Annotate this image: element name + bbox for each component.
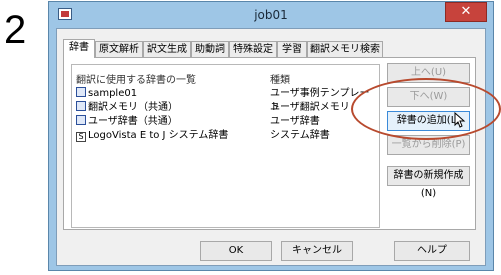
list-item-name: LogoVista E to J システム辞書 [88,130,229,141]
user-dictionary-icon [76,115,86,125]
tab-learning[interactable]: 学習 [277,41,307,57]
list-item[interactable]: ユーザ辞書（共通） ユーザ辞書 [72,115,379,129]
list-item-name: 翻訳メモリ（共通） [88,102,178,113]
step-number: 2 [4,8,27,52]
tab-special-settings[interactable]: 特殊設定 [229,41,277,57]
tab-source-analysis[interactable]: 原文解析 [95,41,143,57]
tab-translation-generation[interactable]: 訳文生成 [143,41,191,57]
dialog-body: 辞書 原文解析 訳文生成 助動詞 特殊設定 学習 翻訳メモリ検索 翻訳に使用する… [56,28,486,266]
translation-memory-icon [76,101,86,111]
list-item[interactable]: sample01 ユーザ事例テンプレート [72,87,379,113]
template-dictionary-icon [76,87,86,97]
list-item-type: システム辞書 [270,130,330,141]
highlight-oval [351,78,501,140]
list-item[interactable]: 翻訳メモリ（共通） ユーザ翻訳メモリ [72,101,379,115]
mouse-cursor-icon [454,112,466,128]
list-item-name: sample01 [88,88,138,99]
help-button[interactable]: ヘルプ [394,241,470,261]
create-dictionary-button[interactable]: 辞書の新規作成(N) [387,166,470,199]
window-title: job01 [254,8,288,22]
close-button[interactable]: ✕ [445,2,487,22]
list-item-type: ユーザ翻訳メモリ [270,102,350,113]
list-item-name: ユーザ辞書（共通） [88,116,178,127]
tab-auxiliary-verb[interactable]: 助動詞 [191,41,229,57]
tab-translation-memory-search[interactable]: 翻訳メモリ検索 [307,41,383,57]
column-header-type: 種類 [270,75,290,86]
system-dictionary-icon: S [76,132,86,142]
tab-dictionary[interactable]: 辞書 [63,39,95,58]
list-item-type: ユーザ辞書 [270,116,320,127]
cancel-button[interactable]: キャンセル [281,241,353,261]
list-item[interactable]: S LogoVista E to J システム辞書 システム辞書 [72,129,379,143]
dictionary-list[interactable]: 翻訳に使用する辞書の一覧 種類 sample01 ユーザ事例テンプレート 翻訳メ… [71,64,380,228]
column-header-dictionary: 翻訳に使用する辞書の一覧 [76,75,196,86]
title-bar: job01 ✕ [49,2,493,28]
ok-button[interactable]: OK [200,241,272,261]
